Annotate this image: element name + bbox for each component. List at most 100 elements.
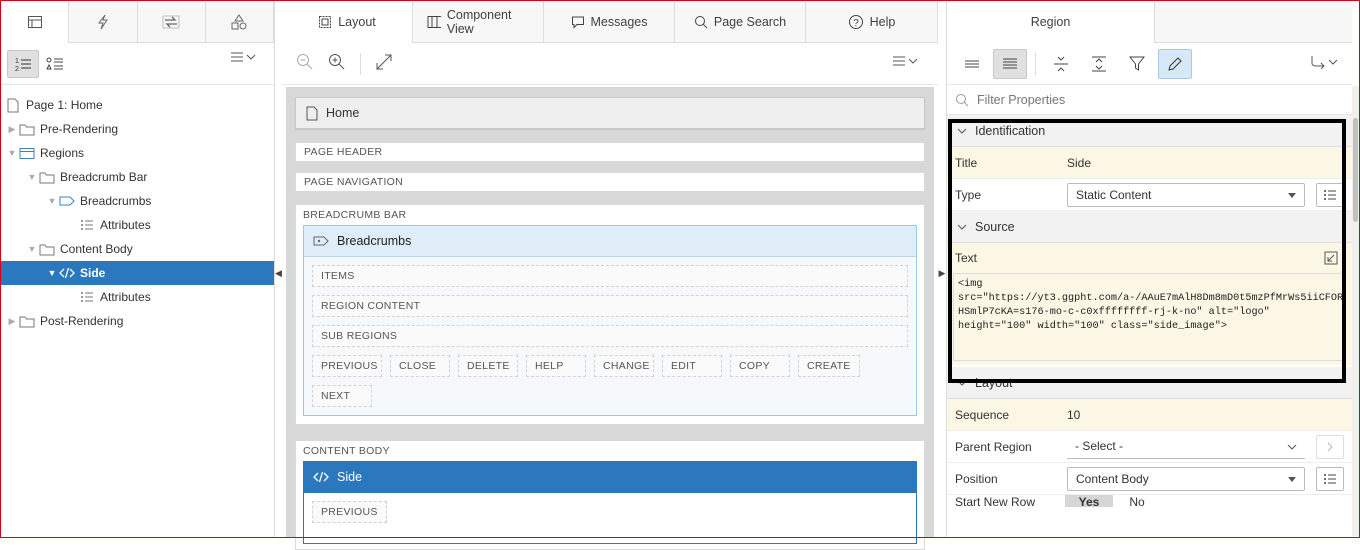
right-splitter-collapse[interactable]: ▶ xyxy=(938,262,946,284)
go-to-group-button[interactable] xyxy=(1310,55,1338,69)
title-input[interactable]: Side xyxy=(1067,156,1091,170)
tree-menu-button[interactable] xyxy=(230,51,256,63)
dense-lines-icon xyxy=(1003,58,1017,68)
group-identification[interactable]: Identification xyxy=(947,115,1352,147)
layout-menu-button[interactable] xyxy=(892,55,918,67)
button-position-edit[interactable]: EDIT xyxy=(662,355,722,377)
shared-components-tab[interactable] xyxy=(206,1,274,43)
expand-toggle-icon[interactable]: ▶ xyxy=(5,316,19,327)
open-code-editor-button[interactable] xyxy=(1324,251,1338,268)
tab-layout[interactable]: Layout xyxy=(282,1,413,43)
position-label: BREADCRUMB BAR xyxy=(303,209,407,221)
rendering-tree: Page 1: Home ▶ Pre-Rendering ▼ Regions ▼ Bread… xyxy=(1,85,274,333)
tab-page-search[interactable]: Page Search xyxy=(675,1,806,43)
position-list-button[interactable] xyxy=(1316,466,1344,491)
button-position-previous[interactable]: PREVIOUS xyxy=(312,501,387,523)
tab-region[interactable]: Region xyxy=(947,1,1155,43)
filter-button[interactable] xyxy=(1120,49,1154,79)
expand-button[interactable] xyxy=(375,53,393,74)
tree-node[interactable]: ▼ Breadcrumbs xyxy=(1,189,274,213)
filter-placeholder: Filter Properties xyxy=(977,92,1066,107)
tree-view-by-type-button[interactable] xyxy=(39,50,71,78)
collapse-groups-button[interactable] xyxy=(1044,49,1078,79)
parent-region-go-button[interactable] xyxy=(1316,434,1344,459)
zoom-in-icon xyxy=(329,54,345,70)
collapse-toggle-icon[interactable]: ▼ xyxy=(25,244,39,254)
chevron-down-icon xyxy=(957,224,967,230)
tree-node[interactable]: ▶ Post-Rendering xyxy=(1,309,274,333)
button-position-close[interactable]: CLOSE xyxy=(390,355,450,377)
source-text-area[interactable]: <img src="https://yt3.ggpht.com/a-/AAuE7… xyxy=(953,273,1344,361)
button-position-create[interactable]: CREATE xyxy=(798,355,860,377)
button-position-help[interactable]: HELP xyxy=(526,355,586,377)
tree-node[interactable]: ▼ Breadcrumb Bar xyxy=(1,165,274,189)
sequence-input[interactable]: 10 xyxy=(1067,408,1080,422)
tree-node[interactable]: ▶ Pre-Rendering xyxy=(1,117,274,141)
position-page-navigation[interactable]: PAGE NAVIGATION xyxy=(295,172,925,192)
tree-node[interactable]: Attributes xyxy=(1,285,274,309)
button-position-next[interactable]: NEXT xyxy=(312,385,372,407)
filter-properties-field[interactable]: Filter Properties xyxy=(947,85,1352,115)
start-new-row-toggle[interactable]: Yes No xyxy=(1065,495,1161,507)
folder-icon xyxy=(19,122,35,136)
region-header[interactable]: Side xyxy=(304,462,916,493)
left-splitter-collapse[interactable]: ◀ xyxy=(275,262,282,284)
drop-zone-items[interactable]: ITEMS xyxy=(312,265,908,287)
tree-node[interactable]: Attributes xyxy=(1,213,274,237)
expand-groups-button[interactable] xyxy=(1082,49,1116,79)
scrollbar-thumb[interactable] xyxy=(1353,118,1358,222)
tree-node-label: Content Body xyxy=(60,242,133,256)
position-select[interactable]: Content Body xyxy=(1067,466,1305,491)
tree-node-label: Page 1: Home xyxy=(26,98,103,112)
lightning-icon xyxy=(97,14,108,30)
tree-view-by-sequence-button[interactable]: 12 xyxy=(7,49,39,78)
group-layout[interactable]: Layout xyxy=(947,367,1352,399)
drop-zone-sub-regions[interactable]: SUB REGIONS xyxy=(312,325,908,347)
rendering-tab[interactable] xyxy=(1,1,70,43)
toggle-yes[interactable]: Yes xyxy=(1065,495,1113,507)
tree-node[interactable]: ▼ Side xyxy=(1,261,274,285)
tree-node[interactable]: Page 1: Home xyxy=(1,93,274,117)
type-select[interactable]: Static Content xyxy=(1067,182,1305,207)
tree-toolbar: 12 xyxy=(1,43,274,85)
position-content-body[interactable]: CONTENT BODY Side PREVIOUS xyxy=(295,440,925,550)
type-list-button[interactable] xyxy=(1316,182,1344,207)
edit-button[interactable] xyxy=(1158,48,1192,79)
button-position-delete[interactable]: DELETE xyxy=(458,355,518,377)
collapse-toggle-icon[interactable]: ▼ xyxy=(25,172,39,182)
collapse-toggle-icon[interactable]: ▼ xyxy=(5,148,19,158)
property-scrollbar[interactable] xyxy=(1352,86,1359,536)
page-bar[interactable]: Home xyxy=(295,97,925,129)
tab-component-view-label: Component View xyxy=(446,8,512,36)
button-positions: PREVIOUS xyxy=(312,501,908,543)
show-all-button[interactable] xyxy=(993,48,1027,79)
region-side[interactable]: Side PREVIOUS xyxy=(303,461,917,544)
button-position-change[interactable]: CHANGE xyxy=(594,355,654,377)
code-icon xyxy=(59,266,75,280)
tree-node[interactable]: ▼ Regions xyxy=(1,141,274,165)
processing-tab[interactable] xyxy=(138,1,206,43)
middle-tab-bar: Layout Component View Messages Page Sear… xyxy=(282,1,938,43)
hamburger-icon xyxy=(893,56,905,66)
tab-component-view[interactable]: Component View xyxy=(413,1,544,43)
button-position-copy[interactable]: COPY xyxy=(730,355,790,377)
tree-node[interactable]: ▼ Content Body xyxy=(1,237,274,261)
expand-toggle-icon[interactable]: ▶ xyxy=(5,124,19,135)
collapse-toggle-icon[interactable]: ▼ xyxy=(45,196,59,206)
collapse-toggle-icon[interactable]: ▼ xyxy=(45,268,59,278)
position-page-header[interactable]: PAGE HEADER xyxy=(295,142,925,162)
zoom-in-button[interactable] xyxy=(328,53,346,74)
tab-messages[interactable]: Messages xyxy=(544,1,675,43)
tab-help[interactable]: ? Help xyxy=(806,1,938,43)
region-breadcrumbs[interactable]: Breadcrumbs ITEMS REGION CONTENT SUB REG… xyxy=(303,225,917,416)
button-position-previous[interactable]: PREVIOUS xyxy=(312,355,382,377)
position-breadcrumb-bar[interactable]: BREADCRUMB BAR Breadcrumbs ITEMS REGION … xyxy=(295,204,925,425)
toggle-no[interactable]: No xyxy=(1113,495,1161,507)
dynamic-actions-tab[interactable] xyxy=(69,1,138,43)
zoom-out-button[interactable] xyxy=(296,53,314,74)
drop-zone-region-content[interactable]: REGION CONTENT xyxy=(312,295,908,317)
parent-region-select[interactable]: - Select - xyxy=(1067,435,1305,459)
region-header[interactable]: Breadcrumbs xyxy=(304,226,916,257)
group-source[interactable]: Source xyxy=(947,211,1352,243)
collapse-all-button[interactable] xyxy=(955,49,989,79)
